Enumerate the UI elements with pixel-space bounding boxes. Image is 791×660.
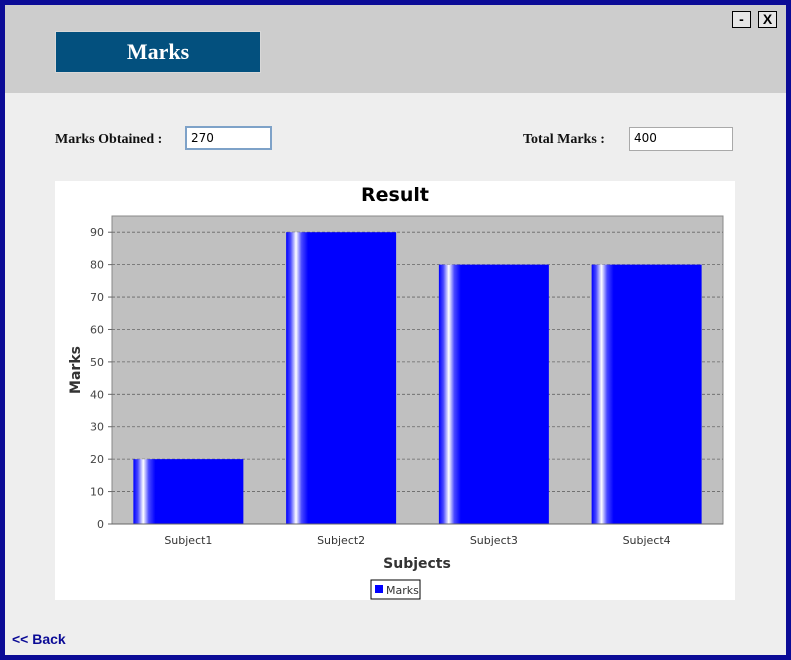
result-chart: Result 0 10 20 30 40 50 60 70 80 90 Subject1 Subje… (68, 184, 724, 600)
y-tick-label: 0 (97, 518, 104, 531)
y-tick-label: 70 (90, 291, 104, 304)
legend-label: Marks (386, 584, 419, 597)
y-tick-label: 80 (90, 259, 104, 272)
y-tick-label: 20 (90, 453, 104, 466)
back-link[interactable]: << Back (12, 631, 66, 647)
chart-legend: Marks (370, 579, 421, 600)
y-tick-label: 40 (90, 388, 104, 401)
page-title: Marks (55, 31, 261, 73)
x-tick-label: Subject2 (317, 534, 365, 547)
bar (286, 232, 397, 525)
x-tick-label: Subject1 (164, 534, 212, 547)
total-marks-field[interactable]: 400 (629, 127, 733, 151)
chart-panel: Result 0 10 20 30 40 50 60 70 80 90 Subject1 Subje… (55, 181, 735, 600)
y-tick-label: 60 (90, 323, 104, 336)
x-tick-label: Subject4 (623, 534, 671, 547)
y-tick-label: 90 (90, 226, 104, 239)
bar (133, 459, 244, 524)
bar (591, 264, 702, 524)
y-axis-label: Marks (68, 346, 84, 394)
chart-title: Result (361, 184, 429, 206)
x-axis-label: Subjects (383, 556, 451, 572)
app-window: Marks - X Marks Obtained : 270 Total Mar… (0, 0, 791, 660)
total-marks-label: Total Marks : (523, 132, 605, 147)
minimize-button[interactable]: - (732, 11, 751, 28)
bar (438, 264, 549, 524)
marks-obtained-label: Marks Obtained : (55, 132, 163, 147)
marks-obtained-field[interactable]: 270 (185, 126, 272, 150)
y-tick-label: 30 (90, 421, 104, 434)
y-tick-label: 50 (90, 356, 104, 369)
y-tick-label: 10 (90, 486, 104, 499)
legend-swatch (375, 585, 383, 593)
header-band: Marks - X (5, 5, 786, 93)
x-tick-label: Subject3 (470, 534, 518, 547)
close-button[interactable]: X (758, 11, 777, 28)
